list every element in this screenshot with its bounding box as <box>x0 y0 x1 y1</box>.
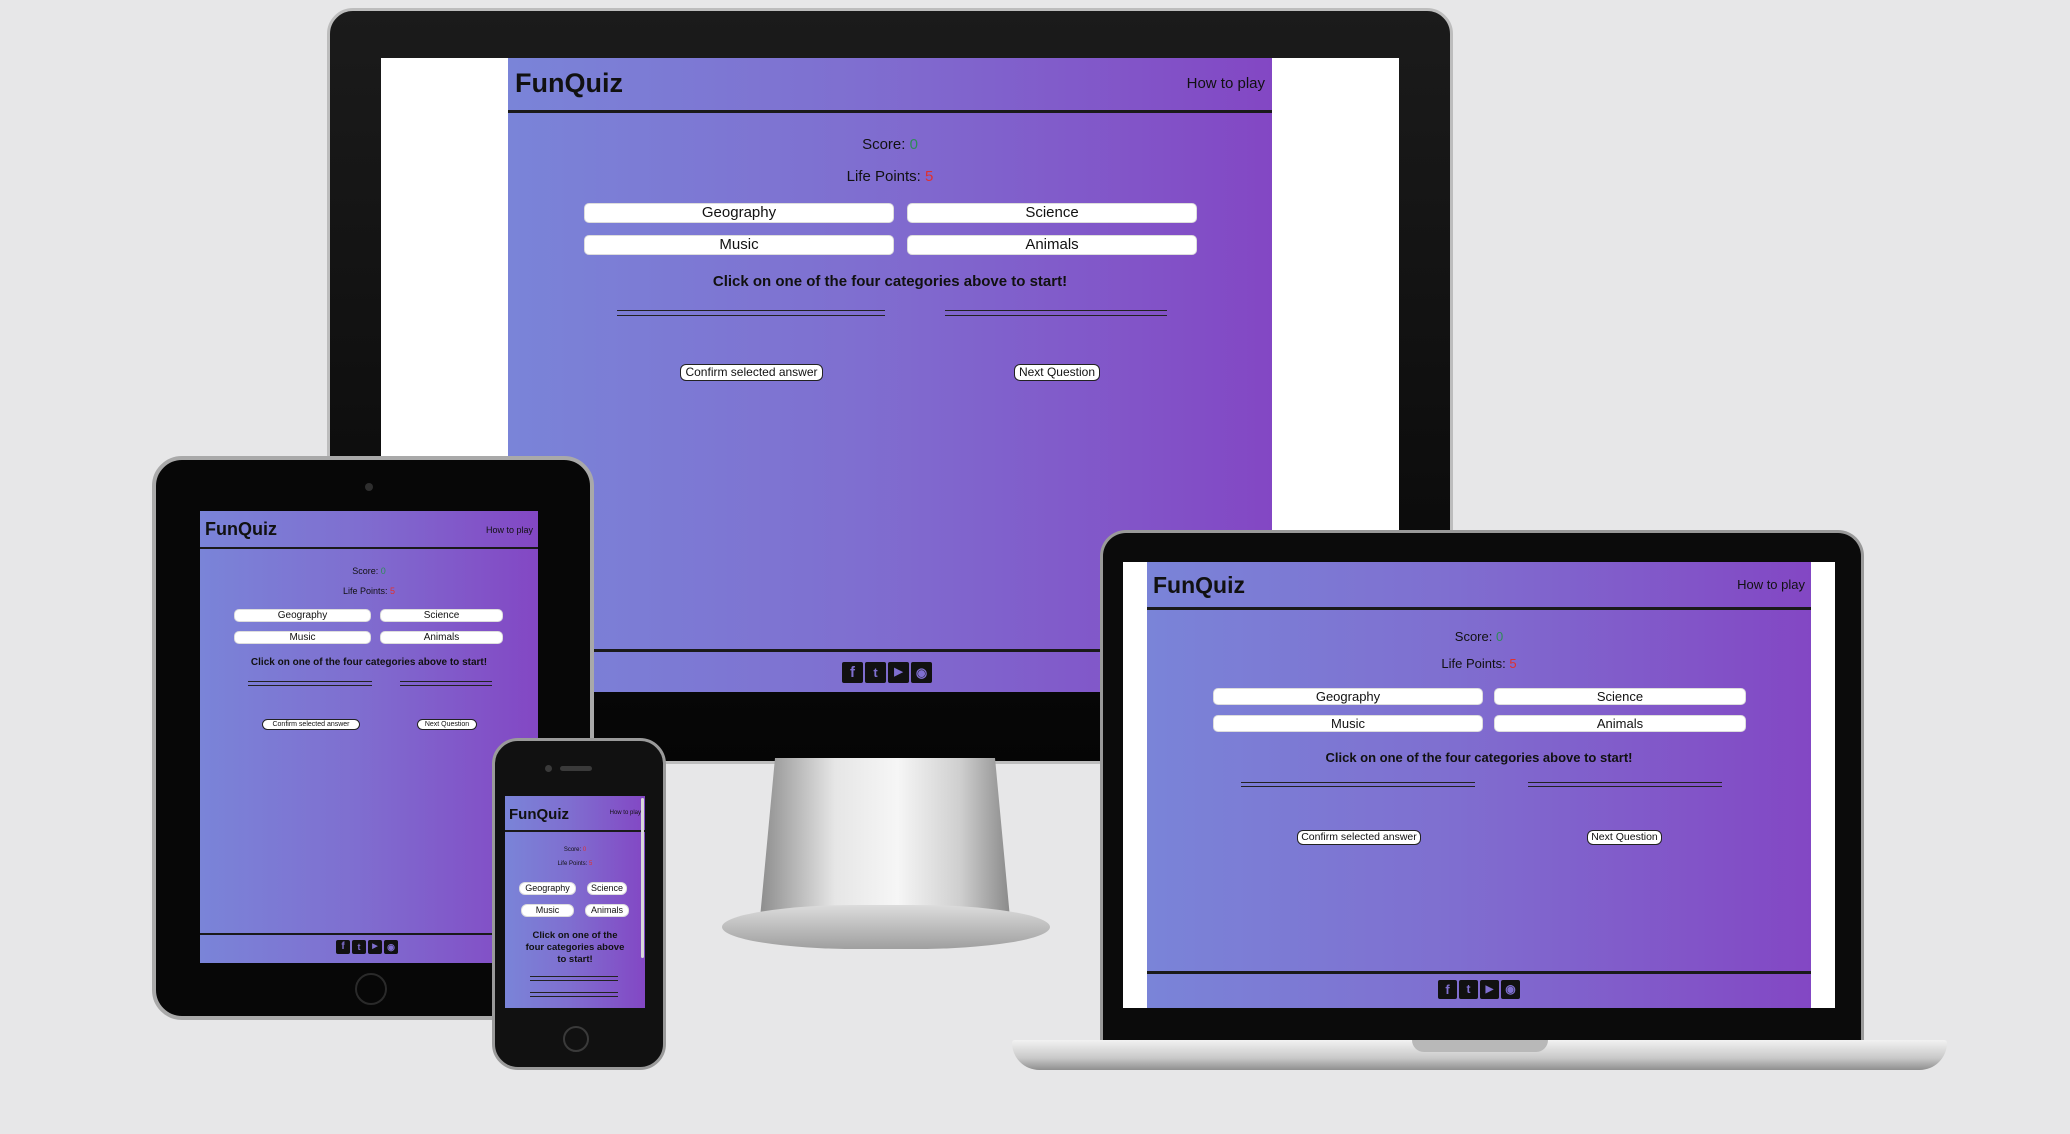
footer: f t ▶ ◉ <box>200 933 538 963</box>
scrollbar[interactable] <box>641 798 644 958</box>
life-points-line: Life Points: 5 <box>505 861 645 867</box>
instruction-text: Click on one of the four categories abov… <box>1325 750 1633 765</box>
score-value: 0 <box>582 847 587 853</box>
category-science-button[interactable]: Science <box>907 203 1197 223</box>
facebook-icon[interactable]: f <box>842 662 863 683</box>
category-geography-button[interactable]: Geography <box>234 609 371 622</box>
confirm-answer-button[interactable]: Confirm selected answer <box>1297 830 1421 845</box>
category-science-button[interactable]: Science <box>1494 688 1746 705</box>
score-label: Score: <box>1454 629 1496 644</box>
category-music-button[interactable]: Music <box>584 235 894 255</box>
life-value: 5 <box>589 861 593 867</box>
phone-speaker <box>560 766 592 771</box>
answer-line-right <box>530 992 618 997</box>
instruction-text: Click on one of the four categories abov… <box>525 930 625 965</box>
logo[interactable]: FunQuiz <box>1153 572 1245 599</box>
category-science-button[interactable]: Science <box>587 882 627 895</box>
life-value: 5 <box>925 168 934 185</box>
social-icons: f t ▶ ◉ <box>336 940 398 954</box>
category-animals-button[interactable]: Animals <box>380 631 503 644</box>
life-label: Life Points: <box>1441 656 1510 671</box>
logo[interactable]: FunQuiz <box>509 806 569 823</box>
logo[interactable]: FunQuiz <box>205 519 277 540</box>
tablet-screen: FunQuiz How to play Score: 0 Life Points… <box>200 511 538 963</box>
life-value: 5 <box>390 586 396 596</box>
life-value: 5 <box>1509 656 1517 671</box>
how-to-play-link[interactable]: How to play <box>1187 75 1265 92</box>
life-label: Life Points: <box>557 861 589 867</box>
instruction-text: Click on one of the four categories abov… <box>250 657 488 668</box>
confirm-answer-button[interactable]: Confirm selected answer <box>262 719 360 730</box>
score-label: Score: <box>563 847 583 853</box>
answer-line-left <box>1241 782 1475 787</box>
life-points-line: Life Points: 5 <box>200 586 538 596</box>
score-line: Score: 0 <box>1147 629 1811 644</box>
category-geography-button[interactable]: Geography <box>584 203 894 223</box>
category-music-button[interactable]: Music <box>1213 715 1483 732</box>
tablet-camera <box>365 483 373 491</box>
how-to-play-link[interactable]: How to play <box>486 525 533 535</box>
next-question-button[interactable]: Next Question <box>1014 364 1100 381</box>
footer: f t ▶ ◉ <box>1147 971 1811 1008</box>
twitter-icon[interactable]: t <box>1459 980 1478 999</box>
how-to-play-link[interactable]: How to play <box>1737 577 1805 592</box>
tablet-home-button <box>355 973 387 1005</box>
score-value: 0 <box>380 566 386 576</box>
score-line: Score: 0 <box>508 136 1272 153</box>
score-line: Score: 0 <box>200 566 538 576</box>
laptop-notch <box>1412 1040 1548 1052</box>
category-geography-button[interactable]: Geography <box>519 882 576 895</box>
category-geography-button[interactable]: Geography <box>1213 688 1483 705</box>
category-animals-button[interactable]: Animals <box>585 904 629 917</box>
phone-home-button <box>563 1026 589 1052</box>
answer-line-left <box>248 681 372 686</box>
youtube-icon[interactable]: ▶ <box>368 940 382 954</box>
category-animals-button[interactable]: Animals <box>1494 715 1746 732</box>
answer-line-right <box>1528 782 1722 787</box>
reddit-icon[interactable]: ◉ <box>911 662 932 683</box>
phone-camera <box>545 765 552 772</box>
answer-line-right <box>400 681 492 686</box>
score-label: Score: <box>352 566 381 576</box>
phone-screen: FunQuiz How to play Score: 0 Life Points… <box>505 796 645 1008</box>
life-label: Life Points: <box>846 168 926 185</box>
answer-line-left <box>530 976 618 981</box>
social-icons: f t ▶ ◉ <box>1438 980 1520 999</box>
category-animals-button[interactable]: Animals <box>907 235 1197 255</box>
twitter-icon[interactable]: t <box>352 940 366 954</box>
twitter-icon[interactable]: t <box>865 662 886 683</box>
category-music-button[interactable]: Music <box>521 904 574 917</box>
youtube-icon[interactable]: ▶ <box>888 662 909 683</box>
monitor-stand <box>760 758 1010 918</box>
social-icons: f t ▶ ◉ <box>842 662 932 683</box>
monitor-foot <box>722 905 1050 949</box>
youtube-icon[interactable]: ▶ <box>1480 980 1499 999</box>
category-science-button[interactable]: Science <box>380 609 503 622</box>
next-question-button[interactable]: Next Question <box>1587 830 1662 845</box>
navbar: FunQuiz How to play <box>200 511 538 549</box>
confirm-answer-button[interactable]: Confirm selected answer <box>680 364 823 381</box>
laptop-screen: FunQuiz How to play Score: 0 Life Points… <box>1147 562 1811 1008</box>
answer-line-left <box>617 310 885 316</box>
navbar: FunQuiz How to play <box>1147 562 1811 610</box>
category-music-button[interactable]: Music <box>234 631 371 644</box>
facebook-icon[interactable]: f <box>1438 980 1457 999</box>
navbar: FunQuiz How to play <box>508 58 1272 113</box>
score-label: Score: <box>862 136 910 153</box>
reddit-icon[interactable]: ◉ <box>1501 980 1520 999</box>
life-label: Life Points: <box>342 586 390 596</box>
next-question-button[interactable]: Next Question <box>417 719 477 730</box>
logo[interactable]: FunQuiz <box>515 68 623 99</box>
reddit-icon[interactable]: ◉ <box>384 940 398 954</box>
life-points-line: Life Points: 5 <box>1147 656 1811 671</box>
how-to-play-link[interactable]: How to play <box>610 810 641 816</box>
instruction-text: Click on one of the four categories abov… <box>712 273 1068 290</box>
answer-line-right <box>945 310 1167 316</box>
navbar: FunQuiz How to play <box>505 796 645 832</box>
facebook-icon[interactable]: f <box>336 940 350 954</box>
score-value: 0 <box>909 136 918 153</box>
life-points-line: Life Points: 5 <box>508 168 1272 185</box>
score-line: Score: 0 <box>505 847 645 853</box>
score-value: 0 <box>1495 629 1504 644</box>
